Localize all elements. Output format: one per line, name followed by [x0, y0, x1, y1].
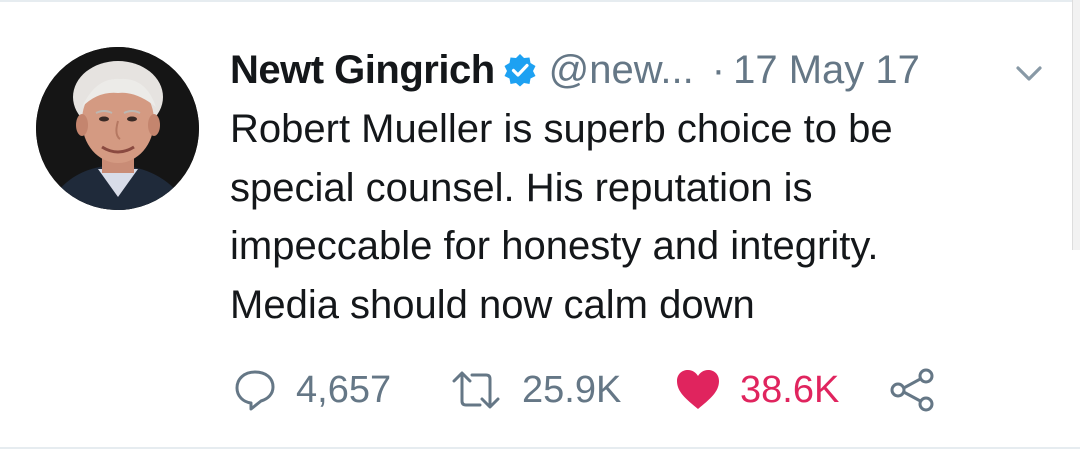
tweet-actions: 4,657 25.9K 38.6K [230, 360, 970, 420]
reply-icon [235, 370, 275, 411]
like-button[interactable]: 38.6K [674, 360, 839, 420]
tweet-date[interactable]: 17 May 17 [733, 48, 920, 93]
reply-button[interactable]: 4,657 [232, 360, 391, 420]
tweet-text-line: special counsel. His reputation is [230, 165, 813, 210]
separator-dot: · [711, 47, 726, 92]
retweet-button[interactable]: 25.9K [448, 360, 621, 420]
chevron-down-icon[interactable] [1012, 60, 1046, 86]
tweet-text: Robert Mueller is superb choice to be sp… [230, 100, 1050, 334]
share-button[interactable] [888, 360, 936, 420]
author-name[interactable]: Newt Gingrich [230, 48, 495, 93]
share-icon [890, 368, 934, 412]
tweet-text-line: Robert Mueller is superb choice to be [230, 107, 893, 151]
like-count: 38.6K [740, 368, 840, 411]
author-handle[interactable]: @new... [549, 48, 694, 93]
top-divider [0, 0, 1080, 2]
heart-icon [677, 370, 719, 409]
retweet-count: 25.9K [522, 368, 622, 411]
retweet-icon [452, 371, 500, 409]
scrollbar[interactable] [1072, 0, 1080, 250]
tweet-header: Newt Gingrich @new... · 17 May 17 [230, 44, 920, 96]
tweet-text-line: Media should now calm down [230, 282, 755, 327]
avatar-image [36, 47, 199, 210]
verified-badge-icon [503, 53, 537, 87]
tweet-text-line: impeccable for honesty and integrity. [230, 224, 879, 268]
avatar[interactable] [36, 47, 199, 210]
bottom-divider [0, 447, 1080, 449]
reply-count: 4,657 [296, 368, 392, 411]
